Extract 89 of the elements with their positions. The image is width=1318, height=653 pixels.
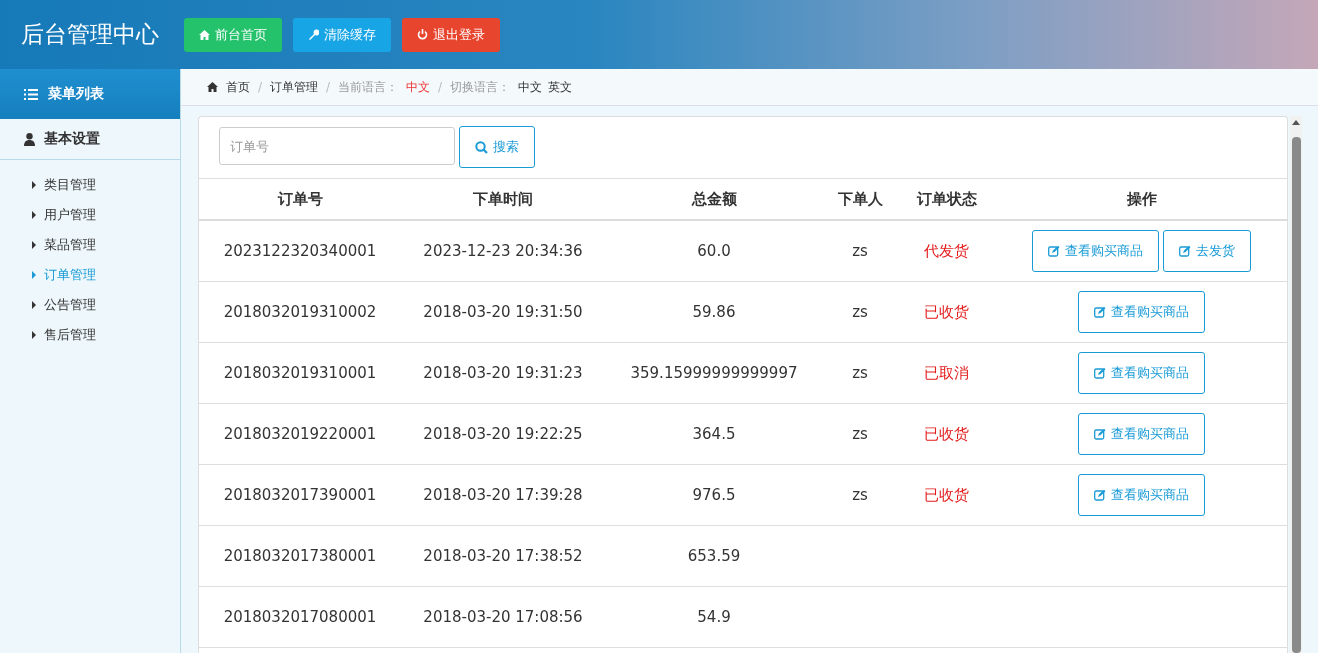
column-header: 订单号: [199, 179, 401, 220]
order-user: zs: [823, 281, 897, 343]
edit-icon: [1048, 245, 1060, 257]
wrench-icon: [308, 29, 319, 40]
home-link[interactable]: 首页: [226, 78, 250, 96]
menu-item[interactable]: 公告管理: [0, 290, 180, 320]
order-status: 已收货: [897, 464, 996, 526]
power-icon: [417, 29, 428, 40]
logout-button[interactable]: 退出登录: [402, 17, 500, 52]
breadcrumb-separator: /: [326, 80, 331, 94]
scroll-up-arrow-icon[interactable]: [1292, 120, 1300, 125]
view-goods-button[interactable]: 查看购买商品: [1078, 474, 1205, 516]
search-icon: [475, 140, 488, 154]
order-number-field[interactable]: 订单号: [219, 127, 455, 165]
order-total: 54.9: [605, 586, 823, 648]
caret-icon: [32, 271, 36, 279]
order-number: 2018032019310002: [199, 281, 401, 343]
ship-button[interactable]: 去发货: [1163, 230, 1251, 272]
order-time: 2018-03-20 17:08:56: [401, 586, 605, 648]
order-time: 2018-03-20 17:38:52: [401, 525, 605, 587]
order-status: 已收货: [897, 403, 996, 465]
home-icon: [199, 29, 210, 40]
edit-icon: [1179, 245, 1191, 257]
search-button[interactable]: 搜索: [459, 126, 535, 168]
breadcrumb-separator: /: [438, 80, 443, 94]
order-user: zs: [823, 464, 897, 526]
language-option[interactable]: 中文: [518, 78, 543, 96]
scrollbar[interactable]: [1290, 116, 1302, 653]
order-time: 2018-03-20 19:22:25: [401, 403, 605, 465]
current-language: 中文: [406, 78, 431, 96]
language-option[interactable]: 英文: [548, 78, 573, 96]
order-total: 359.15999999999997: [605, 342, 823, 404]
clear-cache-button[interactable]: 清除缓存: [293, 17, 391, 52]
order-number: 2018032017080001: [199, 586, 401, 648]
menu-title: 菜单列表: [48, 85, 104, 103]
edit-icon: [1094, 306, 1106, 318]
breadcrumb-current[interactable]: 订单管理: [270, 78, 319, 96]
column-header: 总金额: [605, 179, 823, 220]
order-total: 364.5: [605, 403, 823, 465]
caret-icon: [32, 211, 36, 219]
breadcrumb-separator: /: [258, 80, 263, 94]
view-goods-button[interactable]: 查看购买商品: [1078, 413, 1205, 455]
order-status: 代发货: [897, 220, 996, 282]
user-icon: [24, 132, 35, 146]
view-goods-button[interactable]: 查看购买商品: [1078, 291, 1205, 333]
view-goods-button[interactable]: 查看购买商品: [1078, 352, 1205, 394]
language-label: 当前语言：: [338, 78, 399, 96]
order-user: zs: [823, 342, 897, 404]
menu-item[interactable]: 订单管理: [0, 260, 180, 290]
order-time: 2018-03-20 19:31:50: [401, 281, 605, 343]
menu-item[interactable]: 用户管理: [0, 200, 180, 230]
order-number: 2018032019220001: [199, 403, 401, 465]
order-status: 已取消: [897, 342, 996, 404]
column-header: 下单时间: [401, 179, 605, 220]
view-goods-button[interactable]: 查看购买商品: [1032, 230, 1159, 272]
edit-icon: [1094, 489, 1106, 501]
switch-language-label: 切换语言：: [450, 78, 511, 96]
caret-icon: [32, 181, 36, 189]
order-number: 2023122320340001: [199, 220, 401, 282]
list-icon: [24, 88, 38, 100]
home-button[interactable]: 前台首页: [184, 17, 282, 52]
caret-icon: [32, 331, 36, 339]
order-user: zs: [823, 403, 897, 465]
column-header: 操作: [996, 179, 1287, 220]
menu-item[interactable]: 类目管理: [0, 170, 180, 200]
column-header: 下单人: [823, 179, 897, 220]
order-number: 2018032019310001: [199, 342, 401, 404]
column-header: 订单状态: [897, 179, 996, 220]
menu-group[interactable]: 基本设置: [0, 119, 180, 160]
order-time: 2018-03-20 19:31:23: [401, 342, 605, 404]
edit-icon: [1094, 428, 1106, 440]
order-time: 2023-12-23 20:34:36: [401, 220, 605, 282]
home-icon: [207, 82, 218, 92]
order-number: 2018032017390001: [199, 464, 401, 526]
caret-icon: [32, 301, 36, 309]
order-time: 2018-03-20 17:39:28: [401, 464, 605, 526]
order-total: 59.86: [605, 281, 823, 343]
group-label: 基本设置: [44, 130, 100, 148]
order-number: 2018032017380001: [199, 525, 401, 587]
order-total: 976.5: [605, 464, 823, 526]
order-total: 653.59: [605, 525, 823, 587]
order-user: zs: [823, 220, 897, 282]
app-title: 后台管理中心: [21, 20, 159, 49]
menu-item[interactable]: 菜品管理: [0, 230, 180, 260]
order-status: 已收货: [897, 281, 996, 343]
menu-item[interactable]: 售后管理: [0, 320, 180, 350]
edit-icon: [1094, 367, 1106, 379]
order-total: 60.0: [605, 220, 823, 282]
caret-icon: [32, 241, 36, 249]
